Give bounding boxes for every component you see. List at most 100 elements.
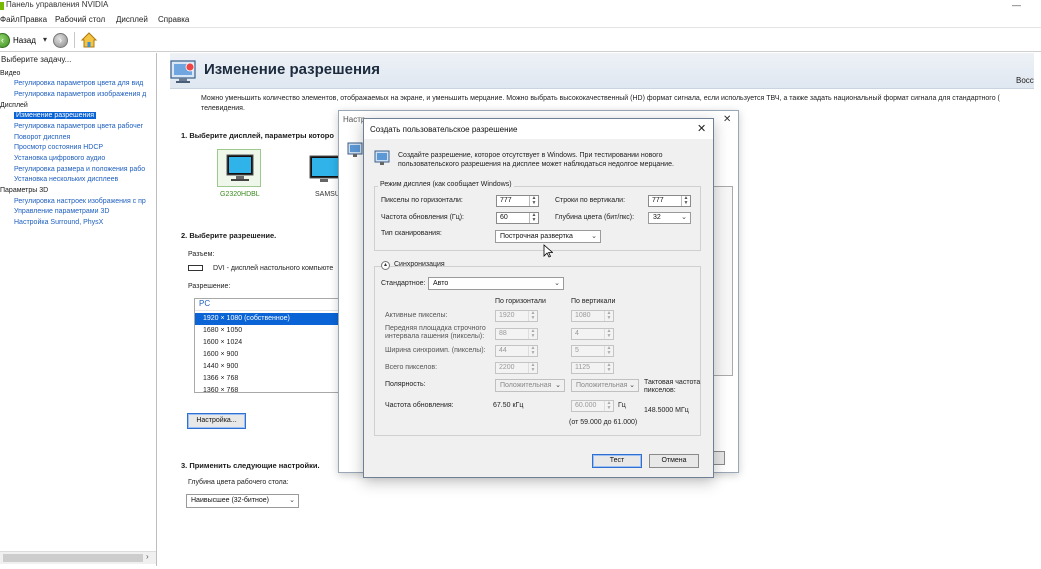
standard-select[interactable]: Авто ⌄: [428, 277, 564, 290]
sync-width-v[interactable]: 5 ▲ ▼: [571, 345, 614, 357]
tree-item[interactable]: Регулировка параметров цвета для вид: [14, 80, 143, 87]
active-pixels-h[interactable]: 1920 ▲ ▼: [495, 310, 538, 322]
spinner-arrows-icon: ▲ ▼: [528, 346, 537, 356]
refresh-input[interactable]: 60 ▲ ▼: [496, 212, 539, 224]
display-mode-legend: Режим дисплея (как сообщает Windows): [378, 181, 514, 188]
back-button[interactable]: Назад: [13, 36, 36, 45]
tree-item[interactable]: Установка цифрового аудио: [14, 155, 105, 162]
list-item[interactable]: 1680 × 1050: [195, 325, 343, 337]
spinner-arrows-icon[interactable]: ▲ ▼: [529, 196, 538, 206]
tree-item[interactable]: Регулировка настроек изображения с пр: [14, 198, 146, 205]
refresh-label: Частота обновления (Гц):: [381, 214, 465, 221]
standard-value: Авто: [433, 280, 449, 287]
close-icon[interactable]: ✕: [723, 114, 731, 125]
list-item[interactable]: 1920 × 1080 (собственное): [195, 313, 343, 325]
refresh-unit: Гц: [618, 402, 626, 409]
color-depth-value: 32: [653, 214, 661, 221]
spinner-arrows-icon: ▲ ▼: [528, 311, 537, 321]
menu-display[interactable]: Дисплей: [116, 15, 148, 24]
total-pixels-h[interactable]: 2200 ▲ ▼: [495, 362, 538, 374]
list-item[interactable]: 1366 × 768: [195, 373, 343, 385]
chevron-down-icon: ⌄: [681, 214, 687, 221]
nvidia-app-icon: [0, 2, 4, 10]
minimize-button[interactable]: —: [1012, 0, 1021, 10]
tree-item-video[interactable]: Видео: [0, 70, 20, 77]
tree-item[interactable]: Настройка Surround, PhysX: [14, 219, 103, 226]
sync-width-label: Ширина синхроимп. (пикселы):: [385, 347, 486, 354]
spinner-arrows-icon: ▲ ▼: [604, 329, 613, 339]
v-lines-value: 777: [652, 197, 664, 204]
active-pixels-v[interactable]: 1080 ▲ ▼: [571, 310, 614, 322]
sync-width-h[interactable]: 44 ▲ ▼: [495, 345, 538, 357]
tree-item[interactable]: Поворот дисплея: [14, 134, 70, 141]
chevron-down-icon: ⌄: [629, 382, 635, 389]
scroll-right-icon[interactable]: ›: [146, 552, 149, 561]
dialog-titlebar: Создать пользовательское разрешение ✕: [364, 119, 713, 139]
v-lines-input[interactable]: 777 ▲ ▼: [648, 195, 691, 207]
left-horizontal-scrollbar[interactable]: ›: [0, 551, 156, 564]
display-monitor-1[interactable]: [217, 149, 261, 187]
color-depth-select[interactable]: Наивысшее (32-битное) ⌄: [186, 494, 299, 508]
menu-file[interactable]: Файл: [0, 15, 20, 24]
arrow-right-icon[interactable]: ›: [53, 33, 68, 48]
scan-type-label: Тип сканирования:: [381, 230, 442, 237]
monitor-icon: [347, 142, 363, 157]
spinner-arrows-icon[interactable]: ▲ ▼: [529, 213, 538, 223]
front-porch-v[interactable]: 4 ▲ ▼: [571, 328, 614, 340]
scan-type-select[interactable]: Построчная развертка ⌄: [495, 230, 601, 243]
tree-item[interactable]: Просмотр состояния HDCP: [14, 144, 103, 151]
tree-item[interactable]: Регулировка параметров изображения д: [14, 91, 146, 98]
arrow-left-icon[interactable]: ‹: [0, 33, 10, 48]
total-pixels-v[interactable]: 1125 ▲ ▼: [571, 362, 614, 374]
back-dropdown-icon[interactable]: ▾: [43, 35, 47, 44]
polarity-v-select[interactable]: Положительная ⌄: [571, 379, 639, 392]
refresh-value: 60: [500, 214, 508, 221]
monitor-icon: [374, 150, 390, 165]
cancel-button[interactable]: Отмена: [649, 454, 699, 468]
menu-desktop[interactable]: Рабочий стол: [55, 15, 105, 24]
front-porch-label: Передняя площадка строчного интервала га…: [385, 325, 486, 340]
polarity-v-value: Положительная: [576, 382, 628, 389]
sync-width-h-value: 44: [499, 347, 507, 354]
standard-label: Стандартное:: [381, 280, 426, 287]
scrollbar-thumb[interactable]: [3, 554, 143, 562]
h-pixels-value: 777: [500, 197, 512, 204]
menu-edit[interactable]: Правка: [20, 15, 47, 24]
home-icon[interactable]: [80, 31, 98, 49]
col-vertical: По вертикали: [571, 298, 616, 305]
resolution-list[interactable]: PC 1920 × 1080 (собственное) 1680 × 1050…: [194, 298, 344, 393]
tree-item-change-resolution[interactable]: Изменение разрешения: [14, 112, 97, 119]
window-title: Панель управления NVIDIA: [6, 0, 109, 9]
monitor-icon[interactable]: [308, 150, 340, 186]
monitor2-label: SAMSU: [315, 191, 340, 198]
tree-item[interactable]: Регулировка параметров цвета рабочег: [14, 123, 143, 130]
connector-value: DVI - дисплей настольного компьюте: [213, 265, 334, 272]
list-item[interactable]: 1600 × 1024: [195, 337, 343, 349]
list-item[interactable]: 1600 × 900: [195, 349, 343, 361]
polarity-h-select[interactable]: Положительная ⌄: [495, 379, 565, 392]
spinner-arrows-icon[interactable]: ▲ ▼: [681, 196, 690, 206]
front-porch-h[interactable]: 88 ▲ ▼: [495, 328, 538, 340]
tree-item[interactable]: Управление параметрами 3D: [14, 208, 109, 215]
close-icon[interactable]: ✕: [697, 122, 706, 135]
tree-item-display[interactable]: Дисплей: [0, 102, 28, 109]
tree-item-3d[interactable]: Параметры 3D: [0, 187, 48, 194]
tree-item[interactable]: Установка нескольких дисплеев: [14, 176, 118, 183]
main-scrollbar[interactable]: [1034, 53, 1041, 566]
tree-item[interactable]: Регулировка размера и положения рабо: [14, 166, 145, 173]
v-refresh-input[interactable]: 60.000 ▲ ▼: [571, 400, 614, 412]
front-porch-h-value: 88: [499, 330, 507, 337]
collapse-toggle-icon[interactable]: ▴: [381, 261, 390, 270]
spinner-arrows-icon: ▲ ▼: [528, 363, 537, 373]
test-button[interactable]: Тест: [592, 454, 642, 468]
refresh-rate-label: Частота обновления:: [385, 402, 454, 409]
mouse-cursor-icon: [543, 244, 553, 258]
description-text: Можно уменьшить количество элементов, от…: [201, 95, 1000, 102]
customize-button[interactable]: Настройка...: [187, 413, 246, 429]
list-item[interactable]: 1360 × 768: [195, 385, 343, 392]
h-pixels-input[interactable]: 777 ▲ ▼: [496, 195, 539, 207]
pixel-clock-label: Тактовая частота пикселов:: [644, 379, 701, 394]
list-item[interactable]: 1440 × 900: [195, 361, 343, 373]
menu-help[interactable]: Справка: [158, 15, 189, 24]
color-depth-select[interactable]: 32 ⌄: [648, 212, 691, 224]
